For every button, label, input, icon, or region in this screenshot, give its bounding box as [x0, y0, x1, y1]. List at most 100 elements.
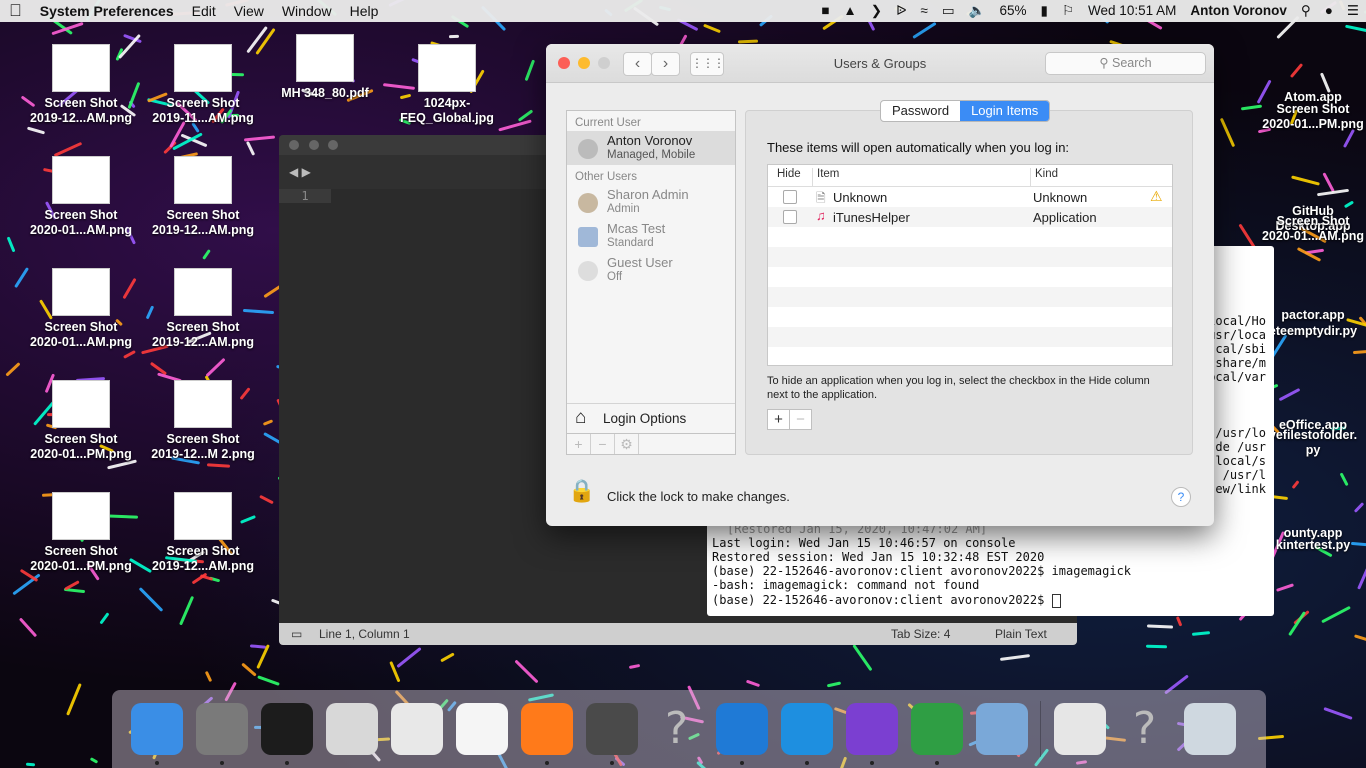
desktop-icon[interactable]: Screen Shot 2019-12...AM.png	[26, 44, 136, 126]
editor-statusbar: ▭ Line 1, Column 1 Tab Size: 4 Plain Tex…	[279, 623, 1077, 645]
column-hide[interactable]: Hide	[777, 168, 801, 180]
desktop-icon[interactable]: MH 348_80.pdf	[270, 34, 380, 101]
avatar	[578, 261, 598, 281]
dock-script-editor-icon[interactable]	[325, 703, 378, 755]
menu-edit[interactable]: Edit	[183, 0, 225, 22]
running-indicator	[284, 761, 289, 765]
running-indicator	[544, 761, 549, 765]
desktop-icon[interactable]: Screen Shot 2019-12...AM.png	[148, 492, 258, 574]
remove-user-button[interactable]: −	[591, 434, 615, 454]
desktop-icon[interactable]: Screen Shot 2020-01...AM.png	[26, 268, 136, 350]
menu-view[interactable]: View	[225, 0, 273, 22]
dock-system-preferences-icon[interactable]	[195, 703, 248, 765]
tab-password[interactable]: Password	[881, 101, 960, 121]
editor-tab-size[interactable]: Tab Size: 4	[891, 623, 950, 645]
item-kind: Application	[1033, 210, 1097, 225]
lock-icon[interactable]: 🔒	[568, 478, 595, 504]
tab-login-items[interactable]: Login Items	[960, 101, 1050, 121]
hide-checkbox[interactable]	[783, 210, 797, 224]
dropbox-icon[interactable]: ▲	[836, 0, 863, 22]
avatar	[578, 227, 598, 247]
dock-mp3-icon[interactable]	[1053, 703, 1106, 755]
tab-nav-right-icon[interactable]: ▶	[302, 165, 311, 179]
bluetooth-icon[interactable]: ᐉ	[889, 0, 913, 22]
desktop-icon[interactable]: Screen Shot 2020-01...PM.png	[1258, 56, 1366, 132]
column-kind[interactable]: Kind	[1030, 168, 1058, 186]
wallpaper-streak	[25, 763, 36, 767]
desktop-icon[interactable]: Screen Shot 2020-01...PM.png	[26, 380, 136, 462]
login-options[interactable]: ⌂ Login Options	[567, 403, 735, 434]
console-toggle-icon[interactable]: ▭	[291, 623, 302, 645]
wallpaper-streak	[246, 140, 256, 156]
desktop-icon[interactable]: kintertest.py	[1258, 492, 1366, 553]
notification-center-icon[interactable]: ☰	[1340, 0, 1366, 22]
dock-notes-icon[interactable]	[455, 703, 508, 755]
desktop-icon[interactable]: 1024px- FEQ_Global.jpg	[392, 44, 502, 126]
vscode-menubar-icon[interactable]: ❯	[864, 0, 889, 22]
dock-chrome-icon[interactable]	[910, 703, 963, 765]
terminal-prompt[interactable]: (base) 22-152646-avoronov:client avorono…	[707, 593, 1052, 607]
menu-help[interactable]: Help	[341, 0, 388, 22]
battery-icon[interactable]: ▮	[1034, 0, 1055, 22]
desktop-icon[interactable]: Screen Shot 2019-12...AM.png	[148, 268, 258, 350]
spotlight-search-icon[interactable]: ⚲	[1294, 0, 1318, 22]
column-item[interactable]: Item	[812, 168, 839, 186]
user-item[interactable]: Mcas Test Standard	[567, 219, 735, 253]
user-item[interactable]: Guest User Off	[567, 253, 735, 287]
dock-preview-icon[interactable]	[975, 703, 1028, 755]
terminal-line: Restored session: Wed Jan 15 10:32:48 ES…	[712, 550, 1045, 564]
user-item[interactable]: Sharon Admin Admin	[567, 185, 735, 219]
remove-item-button[interactable]: −	[789, 410, 811, 429]
menu-user[interactable]: Anton Voronov	[1183, 0, 1293, 22]
terminal-line: share/m	[1215, 356, 1266, 370]
desktop-icon[interactable]: Screen Shot 2019-12...M 2.png	[148, 380, 258, 462]
dock-terminal-icon[interactable]	[260, 703, 313, 765]
file-thumbnail	[174, 380, 232, 428]
dock-vnc-viewer-icon[interactable]	[715, 703, 768, 765]
airplay-icon[interactable]: ▭	[935, 0, 962, 22]
running-indicator	[869, 761, 874, 765]
file-thumbnail	[174, 44, 232, 92]
wifi-icon[interactable]: ≈	[913, 0, 934, 22]
desktop-icon[interactable]: eteemptydir.py	[1258, 278, 1366, 339]
box-icon[interactable]: ■	[814, 0, 836, 22]
desktop-icon[interactable]: Screen Shot 2020-01...PM.png	[26, 492, 136, 574]
gear-icon[interactable]: ⚙	[615, 434, 639, 454]
user-item-current[interactable]: Anton Voronov Managed, Mobile	[567, 131, 735, 165]
add-item-button[interactable]: +	[768, 410, 789, 429]
dock-unknown-app-icon[interactable]: ?	[651, 703, 703, 755]
search-field[interactable]: ⚲ Search	[1045, 52, 1206, 75]
flag-icon[interactable]: ⚐	[1055, 0, 1081, 22]
editor-syntax[interactable]: Plain Text	[995, 623, 1047, 645]
desktop-icon[interactable]: Screen Shot 2019-11...AM.png	[148, 44, 258, 126]
dock-textedit-icon[interactable]	[390, 703, 443, 755]
menu-window[interactable]: Window	[273, 0, 341, 22]
add-user-button[interactable]: +	[567, 434, 591, 454]
table-row[interactable]: 🗎 Unknown Unknown ⚠	[768, 187, 1172, 207]
dock-firefox-icon[interactable]	[520, 703, 573, 765]
dock-finder-icon[interactable]	[130, 703, 183, 765]
dock-github-desktop-icon[interactable]	[845, 703, 898, 765]
prefs-titlebar[interactable]: ‹ › ⋮⋮⋮ Users & Groups ⚲ Search	[546, 44, 1214, 83]
dock-sublime-text-icon[interactable]	[585, 703, 638, 765]
user-name: Mcas Test	[607, 221, 666, 236]
desktop-icon[interactable]: Screen Shot 2019-12...AM.png	[148, 156, 258, 238]
menu-clock[interactable]: Wed 10:51 AM	[1081, 0, 1183, 22]
dock-visual-studio-code-icon[interactable]	[780, 703, 833, 765]
help-button[interactable]: ?	[1171, 487, 1191, 507]
desktop-icon[interactable]: Screen Shot 2020-01...AM.png	[1258, 168, 1366, 244]
file-thumbnail	[296, 34, 354, 82]
battery-percent[interactable]: 65%	[992, 0, 1033, 22]
tab-nav-left-icon[interactable]: ◀	[289, 165, 298, 179]
siri-icon[interactable]: ●	[1318, 0, 1340, 22]
hide-checkbox[interactable]	[783, 190, 797, 204]
volume-icon[interactable]: 🔈	[962, 0, 993, 22]
desktop-icon[interactable]: Screen Shot 2020-01...AM.png	[26, 156, 136, 238]
menu-app-name[interactable]: System Preferences	[31, 0, 183, 22]
dock-unknown-app-icon[interactable]: ?	[1119, 703, 1171, 755]
desktop-icon-label: eteemptydir.py	[1268, 324, 1358, 338]
dock-trash-icon[interactable]	[1183, 703, 1236, 755]
apple-menu-icon[interactable]: 	[0, 0, 31, 22]
desktop-icon[interactable]: vefilestofolder. py	[1258, 382, 1366, 458]
table-row[interactable]: ♫ iTunesHelper Application	[768, 207, 1172, 227]
